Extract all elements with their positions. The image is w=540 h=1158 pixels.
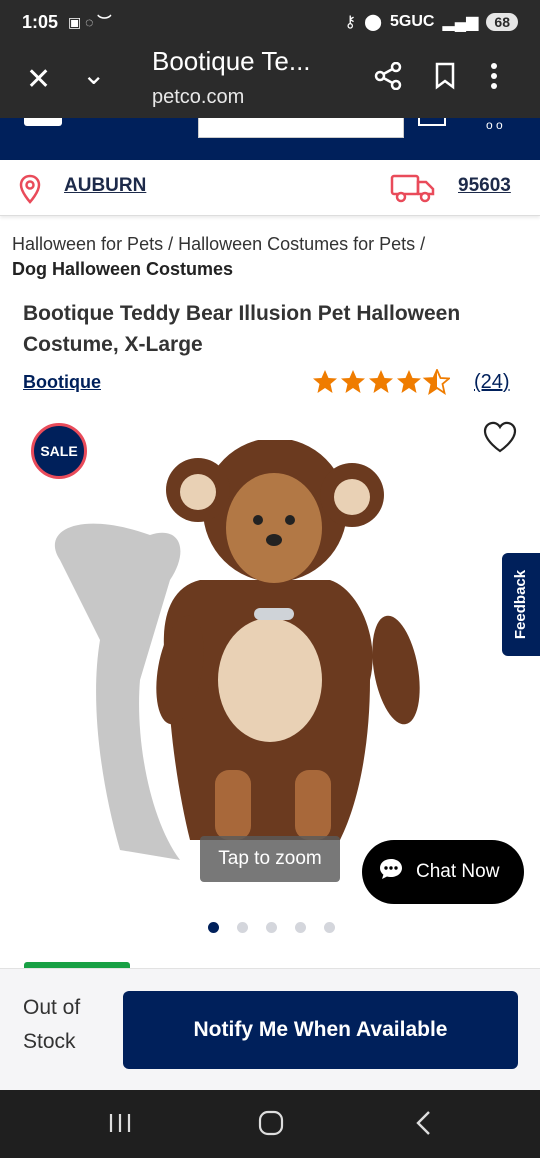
gallery-dot[interactable]: [208, 922, 219, 933]
bookmark-icon[interactable]: [434, 62, 456, 97]
product-title: Bootique Teddy Bear Illusion Pet Hallowe…: [23, 302, 461, 356]
tab-title: Bootique Te...: [152, 46, 311, 76]
android-nav-bar: [0, 1090, 540, 1158]
close-icon[interactable]: ✕: [26, 62, 51, 97]
site-header: o o: [0, 118, 540, 160]
stock-status: Out of Stock: [23, 996, 81, 1053]
back-icon[interactable]: [414, 1110, 432, 1143]
network-label: 5GUC: [390, 13, 435, 30]
map-pin-icon: [18, 174, 42, 209]
browser-toolbar: ✕ ⌄ Bootique Te... petco.com: [0, 44, 540, 118]
gallery-dot[interactable]: [295, 922, 306, 933]
gallery-dot[interactable]: [324, 922, 335, 933]
breadcrumb-parents[interactable]: Halloween for Pets / Halloween Costumes …: [12, 232, 532, 257]
chat-now-label: Chat Now: [416, 861, 500, 882]
chat-now-button[interactable]: Chat Now: [362, 840, 524, 904]
home-icon[interactable]: [258, 1110, 284, 1143]
brand-link[interactable]: Bootique: [23, 372, 101, 393]
rating-stars[interactable]: [312, 369, 450, 395]
menu-icon[interactable]: [24, 118, 62, 126]
gallery-dot[interactable]: [266, 922, 277, 933]
signal-icon: ▂▄▆: [442, 14, 479, 31]
notification-icons: ▣ ◌ ︶: [68, 14, 112, 30]
search-input[interactable]: [198, 118, 404, 138]
tap-to-zoom-hint[interactable]: Tap to zoom: [200, 836, 340, 882]
breadcrumb-current[interactable]: Dog Halloween Costumes: [12, 259, 233, 279]
cart-icon[interactable]: o o: [486, 118, 514, 132]
share-icon[interactable]: [374, 61, 402, 97]
location-bar: AUBURN 95603: [0, 160, 540, 216]
notify-me-button[interactable]: Notify Me When Available: [123, 991, 518, 1069]
product-image[interactable]: [40, 438, 440, 885]
star-icons: [313, 369, 450, 394]
clock: 1:05: [22, 11, 59, 32]
delivery-truck-icon: [390, 172, 436, 209]
gallery-pagination: [208, 922, 335, 933]
purchase-bar: Out of Stock Notify Me When Available: [0, 968, 540, 1090]
feedback-tab[interactable]: Feedback: [502, 553, 540, 656]
favorite-heart-icon[interactable]: [482, 420, 518, 459]
gallery-dot[interactable]: [237, 922, 248, 933]
status-bar: 1:05 ▣ ◌ ︶ ⚷ ⬤ 5GUC ▂▄▆ 68: [0, 0, 540, 44]
zip-code-link[interactable]: 95603: [458, 175, 511, 197]
key-icon: ⚷: [344, 14, 357, 31]
chevron-down-icon[interactable]: ⌄: [82, 58, 105, 91]
store-location-link[interactable]: AUBURN: [64, 175, 146, 197]
url-text: petco.com: [152, 86, 245, 108]
breadcrumb: Halloween for Pets / Halloween Costumes …: [12, 232, 532, 282]
location-icon: ⬤: [364, 14, 383, 31]
recent-apps-icon[interactable]: [108, 1110, 132, 1141]
battery-indicator: 68: [486, 13, 518, 31]
more-icon[interactable]: [490, 62, 498, 97]
account-icon[interactable]: [418, 118, 446, 126]
feedback-label: Feedback: [512, 569, 530, 640]
chat-bubble-icon: [378, 857, 404, 887]
review-count-link[interactable]: (24): [474, 371, 510, 394]
